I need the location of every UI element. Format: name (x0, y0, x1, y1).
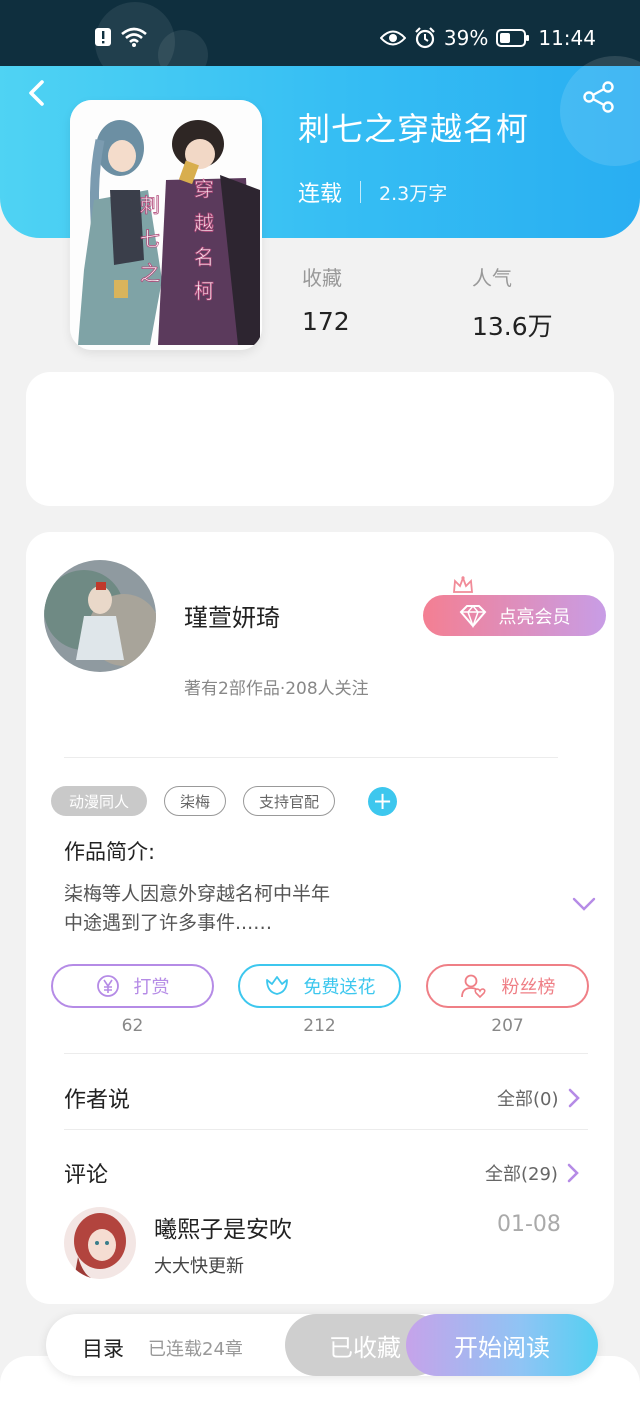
commenter-name[interactable]: 曦熙子是安吹 (154, 1210, 292, 1244)
vip-button-label: 点亮会员 (498, 606, 571, 628)
book-cover[interactable]: 刺七之 穿越名柯 (70, 100, 262, 350)
comment-date: 01-08 (497, 1212, 561, 1237)
share-icon[interactable] (582, 80, 616, 114)
comment-text: 大大快更新 (154, 1256, 244, 1277)
add-tag-button[interactable]: + (368, 787, 397, 816)
send-flower-button[interactable]: 免费送花 (238, 964, 401, 1008)
clock-time: 11:44 (538, 26, 596, 50)
diamond-icon (459, 604, 486, 628)
stat-label: 收藏 (302, 266, 342, 290)
author-says-title: 作者说 (64, 1088, 131, 1113)
meta-divider (360, 181, 362, 203)
chevron-down-icon[interactable] (572, 896, 596, 912)
user-heart-icon (460, 974, 486, 999)
book-title: 刺七之穿越名柯 (298, 110, 530, 148)
reward-label: 打赏 (133, 977, 170, 998)
intro-label: 作品简介: (64, 840, 156, 864)
cover-title-left: 刺七之 (140, 193, 160, 285)
book-meta: 连载 2.3万字 (298, 176, 447, 208)
intro-text[interactable]: 柒梅等人因意外穿越名柯中半年 中途遇到了许多事件...… (64, 880, 330, 938)
ad-placeholder-card (26, 372, 614, 506)
tag-item[interactable]: 支持官配 (243, 786, 335, 816)
chapter-count: 已连载24章 (148, 1339, 243, 1360)
alarm-icon (415, 27, 435, 49)
reward-button[interactable]: 打赏 (51, 964, 214, 1008)
fan-ranking-button[interactable]: 粉丝榜 (426, 964, 589, 1008)
wifi-icon (121, 27, 147, 47)
author-avatar[interactable] (44, 560, 156, 672)
word-count: 2.3万字 (379, 182, 448, 205)
divider (64, 757, 558, 758)
serial-status: 连载 (298, 182, 343, 207)
fan-ranking-count: 207 (491, 1016, 524, 1036)
stat-favorites: 收藏 172 (302, 262, 350, 336)
eye-icon (379, 30, 406, 46)
comments-title: 评论 (64, 1163, 109, 1188)
battery-percent: 39% (443, 26, 489, 50)
comments-all-link[interactable]: 全部(29) (485, 1160, 580, 1186)
yen-coin-icon (96, 975, 119, 997)
author-info: 著有2部作品·208人关注 (184, 679, 369, 699)
tag-item[interactable]: 柒梅 (164, 786, 226, 816)
chevron-right-icon (567, 1163, 579, 1183)
start-reading-button[interactable]: 开始阅读 (406, 1314, 598, 1376)
flower-icon (265, 976, 288, 995)
stat-popularity: 人气 13.6万 (472, 262, 553, 343)
reward-count: 62 (121, 1016, 144, 1036)
fan-ranking-label: 粉丝榜 (501, 977, 556, 998)
intro-line: 中途遇到了许多事件...… (64, 912, 273, 934)
tag-item[interactable]: 动漫同人 (51, 786, 147, 816)
battery-icon (496, 29, 530, 47)
divider (64, 1053, 588, 1054)
author-name[interactable]: 瑾萱妍琦 (184, 598, 280, 633)
author-says-all-link[interactable]: 全部(0) (497, 1085, 581, 1111)
intro-line: 柒梅等人因意外穿越名柯中半年 (64, 883, 331, 905)
alert-icon (95, 28, 111, 46)
chevron-right-icon (568, 1088, 580, 1108)
activate-vip-button[interactable]: 点亮会员 (423, 595, 606, 636)
stat-value: 13.6万 (472, 312, 553, 341)
back-icon[interactable] (22, 78, 52, 108)
commenter-avatar[interactable] (64, 1207, 136, 1279)
table-of-contents-button[interactable]: 目录 (82, 1333, 124, 1363)
comments-link-label: 全部(29) (485, 1164, 558, 1185)
author-says-link-label: 全部(0) (497, 1089, 559, 1110)
crown-icon (453, 576, 473, 593)
flower-count: 212 (303, 1016, 336, 1036)
stat-label: 人气 (472, 266, 512, 290)
send-flower-label: 免费送花 (303, 977, 376, 998)
divider (64, 1129, 588, 1130)
status-bar: 39% 11:44 (0, 0, 640, 82)
stat-value: 172 (302, 307, 350, 336)
